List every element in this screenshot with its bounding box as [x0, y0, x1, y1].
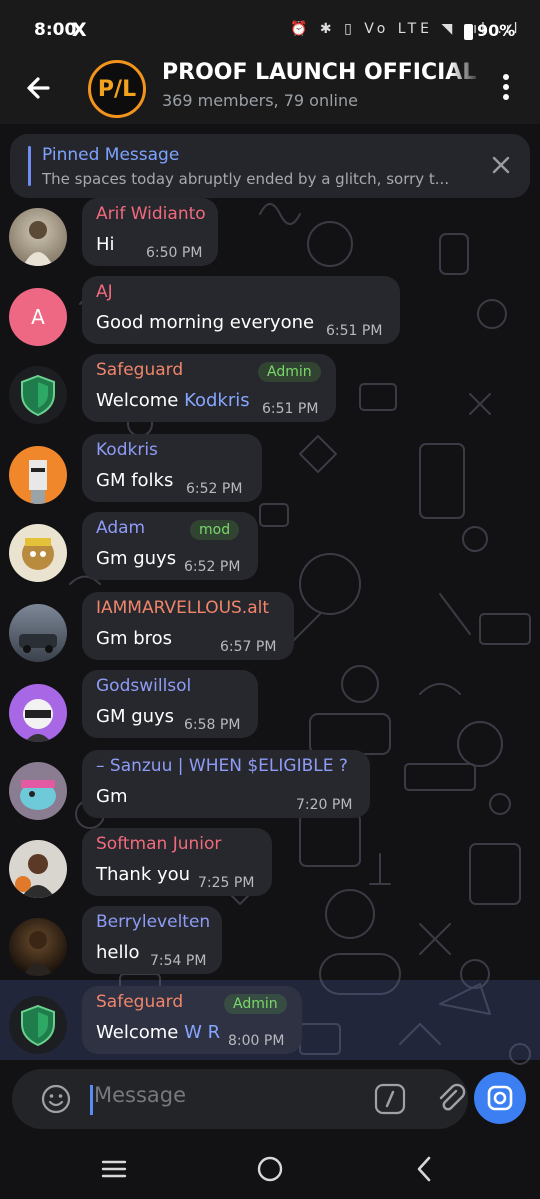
message-bubble[interactable]: Safeguard Admin Welcome Kodkris 6:51 PM: [82, 354, 336, 422]
group-avatar-text: P/L: [97, 76, 137, 102]
message-sender[interactable]: Adam: [96, 518, 145, 538]
group-avatar[interactable]: P/L: [88, 60, 146, 118]
admin-badge: Admin: [224, 994, 287, 1014]
avatar[interactable]: [9, 604, 67, 662]
message-time: 6:51 PM: [262, 401, 319, 417]
shield-icon: [21, 374, 55, 417]
message-text: Good morning everyone: [96, 312, 315, 333]
message-time: 8:00 PM: [228, 1033, 285, 1049]
message-text-prefix: Welcome: [96, 390, 185, 411]
message-bubble[interactable]: Berrylevelten hello 7:54 PM: [82, 906, 222, 974]
message-bubble[interactable]: IAMMARVELLOUS.alt Gm bros 6:57 PM: [82, 592, 294, 660]
avatar[interactable]: [9, 762, 67, 820]
mod-badge: mod: [190, 520, 240, 540]
message-text: Welcome Kodkris: [96, 390, 250, 411]
avatar[interactable]: [9, 524, 67, 582]
avatar[interactable]: [9, 996, 67, 1054]
close-icon[interactable]: [490, 154, 512, 176]
battery-percent: 90%: [477, 21, 516, 40]
emoji-icon[interactable]: [40, 1083, 72, 1115]
shield-icon: [21, 1004, 55, 1047]
avatar[interactable]: [9, 840, 67, 898]
status-time: 8:00: [34, 20, 77, 40]
message-sender[interactable]: Arif Widianto: [96, 204, 206, 224]
message-bubble[interactable]: Arif Widianto Hi 6:50 PM: [82, 198, 218, 266]
message-bubble[interactable]: Adam mod Gm guys 6:52 PM: [82, 512, 258, 580]
message-bubble[interactable]: Kodkris GM folks 6:52 PM: [82, 434, 262, 502]
pinned-accent-bar: [28, 146, 31, 186]
message-sender[interactable]: Safeguard: [96, 360, 183, 380]
text-cursor: [90, 1085, 93, 1115]
message-time: 6:51 PM: [326, 323, 383, 339]
message-text: GM guys: [96, 706, 175, 727]
chat-header: P/L PROOF LAUNCH OFFICIAL C 369 members,…: [0, 60, 540, 124]
message-text: GM folks: [96, 470, 174, 491]
avatar[interactable]: A: [9, 288, 67, 346]
message-text: Welcome W R: [96, 1022, 220, 1043]
nav-back-icon[interactable]: [414, 1155, 434, 1183]
status-bar: 8:00 X ⏰ ✱ ▯ Vo LTE ◥ .ıl .ıl 90%: [0, 0, 540, 60]
avatar[interactable]: [9, 208, 67, 266]
camera-button[interactable]: [474, 1072, 526, 1124]
camera-icon: [487, 1085, 513, 1111]
message-bubble[interactable]: Godswillsol GM guys 6:58 PM: [82, 670, 258, 738]
message-time: 6:57 PM: [220, 639, 277, 655]
message-time: 6:52 PM: [186, 481, 243, 497]
message-bubble[interactable]: Safeguard Admin Welcome W R 8:00 PM: [82, 986, 302, 1054]
pinned-title: Pinned Message: [42, 145, 180, 165]
user-mention[interactable]: W R: [184, 1022, 220, 1043]
message-bubble[interactable]: Softman Junior Thank you 7:25 PM: [82, 828, 272, 896]
avatar[interactable]: [9, 366, 67, 424]
x-app-icon: X: [72, 19, 87, 41]
avatar[interactable]: [9, 446, 67, 504]
message-text: Gm guys: [96, 548, 177, 569]
avatar-letter: A: [31, 305, 45, 329]
message-time: 7:25 PM: [198, 875, 255, 891]
avatar[interactable]: [9, 918, 67, 976]
battery-icon: [464, 24, 473, 40]
message-sender[interactable]: IAMMARVELLOUS.alt: [96, 598, 269, 618]
message-bubble[interactable]: – Sanzuu | WHEN $ELIGIBLE ? Gm 7:20 PM: [82, 750, 370, 818]
message-time: 7:20 PM: [296, 797, 353, 813]
pinned-text: The spaces today abruptly ended by a gli…: [42, 170, 450, 188]
bot-commands-icon[interactable]: [374, 1083, 406, 1115]
pinned-message-bar[interactable]: Pinned Message The spaces today abruptly…: [10, 134, 530, 198]
message-composer: Message: [0, 1069, 540, 1131]
message-sender[interactable]: Softman Junior: [96, 834, 221, 854]
avatar[interactable]: [9, 684, 67, 742]
more-options-icon[interactable]: [498, 72, 514, 102]
message-time: 6:50 PM: [146, 245, 203, 261]
user-mention[interactable]: Kodkris: [184, 390, 250, 411]
message-text: Gm: [96, 786, 128, 807]
admin-badge: Admin: [258, 362, 321, 382]
message-text: Thank you: [96, 864, 191, 885]
message-text-prefix: Welcome: [96, 1022, 185, 1043]
message-sender[interactable]: Kodkris: [96, 440, 158, 460]
message-input-box[interactable]: Message: [12, 1069, 468, 1129]
group-title[interactable]: PROOF LAUNCH OFFICIAL C: [162, 60, 482, 85]
message-sender[interactable]: Safeguard: [96, 992, 183, 1012]
group-member-count: 369 members, 79 online: [162, 91, 358, 110]
message-sender[interactable]: AJ: [96, 282, 113, 302]
message-time: 6:58 PM: [184, 717, 241, 733]
message-bubble[interactable]: AJ Good morning everyone 6:51 PM: [82, 276, 400, 344]
message-time: 7:54 PM: [150, 953, 207, 969]
message-sender[interactable]: Berrylevelten: [96, 912, 210, 932]
recent-apps-icon[interactable]: [100, 1159, 128, 1179]
home-icon[interactable]: [256, 1155, 284, 1183]
message-text: Gm bros: [96, 628, 173, 649]
system-navigation-bar: [0, 1131, 540, 1199]
message-text: Hi: [96, 234, 115, 255]
back-arrow-icon[interactable]: [22, 70, 58, 106]
message-time: 6:52 PM: [184, 559, 241, 575]
message-sender[interactable]: – Sanzuu | WHEN $ELIGIBLE ?: [96, 756, 348, 776]
message-text: hello: [96, 942, 140, 963]
attach-icon[interactable]: [434, 1081, 468, 1115]
message-sender[interactable]: Godswillsol: [96, 676, 191, 696]
message-input[interactable]: Message: [94, 1083, 186, 1107]
